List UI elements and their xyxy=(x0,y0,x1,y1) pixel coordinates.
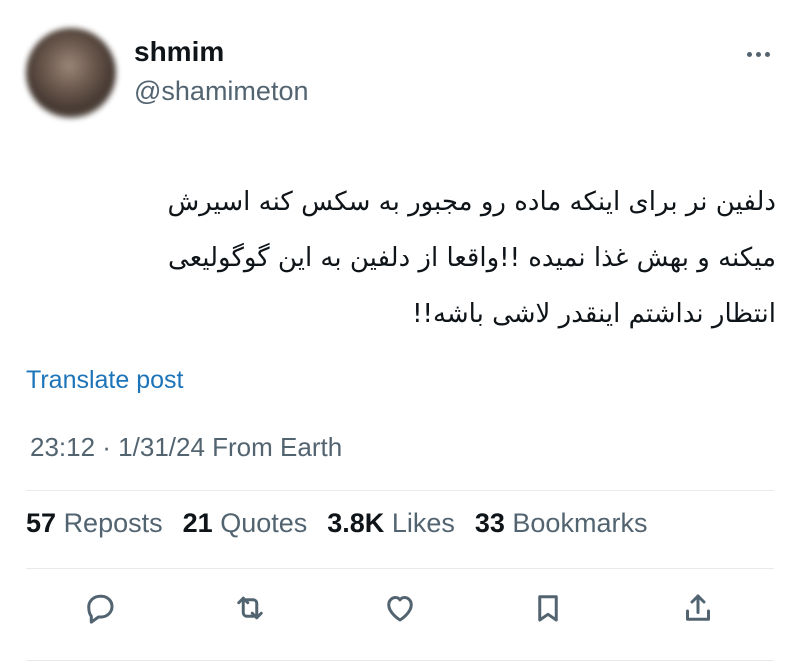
quotes-count: 21 xyxy=(182,508,213,538)
reposts-count: 57 xyxy=(26,508,57,538)
translate-post-link[interactable]: Translate post xyxy=(26,366,183,395)
quotes-label: Quotes xyxy=(220,508,308,538)
reposts-label: Reposts xyxy=(63,508,163,538)
post-text-line: میکنه و بهش غذا نمیده !!واقعا از دلفین ب… xyxy=(168,243,776,273)
divider xyxy=(26,490,774,491)
action-bar xyxy=(0,586,800,638)
bookmarks-count: 33 xyxy=(474,508,505,538)
repost-icon[interactable] xyxy=(228,586,272,630)
likes-label: Likes xyxy=(391,508,455,538)
share-icon[interactable] xyxy=(676,586,720,630)
avatar[interactable] xyxy=(26,28,116,118)
likes-count: 3.8K xyxy=(327,508,385,538)
post-text-line: انتظار نداشتم اینقدر لاشی باشه!! xyxy=(412,299,776,329)
divider xyxy=(26,568,774,569)
tweet-card: shmim @shamimeton دلفین نر برای اینکه ما… xyxy=(0,0,800,668)
user-handle[interactable]: @shamimeton xyxy=(134,76,308,107)
heart-icon[interactable] xyxy=(378,586,422,630)
post-timestamp[interactable]: 23:12 · 1/31/24 From Earth xyxy=(30,432,342,463)
quotes-stat[interactable]: 21 Quotes xyxy=(183,508,308,539)
more-options-icon[interactable] xyxy=(736,40,780,68)
bookmarks-stat[interactable]: 33 Bookmarks xyxy=(475,508,648,539)
divider xyxy=(26,660,774,661)
post-text-line: دلفین نر برای اینکه ماده رو مجبور به سکس… xyxy=(167,187,776,217)
likes-stat[interactable]: 3.8K Likes xyxy=(327,508,455,539)
reply-icon[interactable] xyxy=(78,586,122,630)
bookmarks-label: Bookmarks xyxy=(512,508,648,538)
engagement-stats: 57 Reposts 21 Quotes 3.8K Likes 33 Bookm… xyxy=(26,508,647,539)
bookmark-icon[interactable] xyxy=(526,586,570,630)
post-text: دلفین نر برای اینکه ماده رو مجبور به سکس… xyxy=(24,174,776,342)
display-name[interactable]: shmim xyxy=(134,36,224,68)
reposts-stat[interactable]: 57 Reposts xyxy=(26,508,163,539)
